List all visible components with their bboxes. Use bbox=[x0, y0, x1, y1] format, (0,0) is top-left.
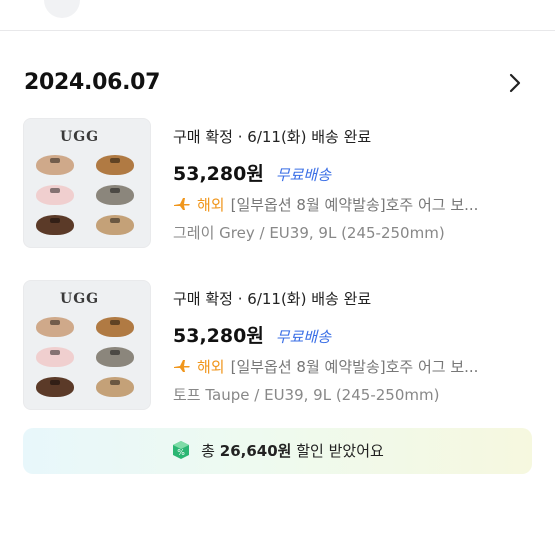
savings-prefix: 총 bbox=[201, 442, 215, 460]
price-row: 53,280원 무료배송 bbox=[173, 159, 331, 186]
price-row: 53,280원 무료배송 bbox=[173, 321, 331, 348]
product-name: [일부옵션 8월 예약발송]호주 어그 보... bbox=[230, 358, 479, 376]
shoe-image bbox=[96, 347, 134, 367]
airplane-icon bbox=[174, 198, 190, 210]
brand-logo: UGG bbox=[60, 129, 100, 145]
item-price: 53,280원 bbox=[173, 163, 264, 185]
order-status: 구매 확정 · 6/11(화) 배송 완료 bbox=[173, 290, 372, 308]
airplane-icon bbox=[174, 360, 190, 372]
shoe-image bbox=[36, 215, 74, 235]
product-thumbnail[interactable]: UGG bbox=[23, 280, 151, 410]
shoe-image bbox=[36, 185, 74, 205]
order-item[interactable]: UGG 구매 확정 · 6/11(화) 배송 완료 53,280원 무료배송 해외… bbox=[23, 118, 533, 250]
product-title[interactable]: 해외 [일부옵션 8월 예약발송]호주 어그 보... bbox=[173, 356, 533, 377]
shoe-image bbox=[36, 155, 74, 175]
discount-coin-icon: % bbox=[173, 441, 190, 459]
order-item[interactable]: UGG 구매 확정 · 6/11(화) 배송 완료 53,280원 무료배송 해외… bbox=[23, 280, 533, 412]
shoe-image bbox=[96, 185, 134, 205]
shoe-image bbox=[36, 317, 74, 337]
savings-text: % 총 26,640원 할인 받았어요 bbox=[23, 428, 532, 474]
product-option: 그레이 Grey / EU39, 9L (245-250mm) bbox=[173, 224, 445, 242]
free-shipping-label: 무료배송 bbox=[275, 328, 332, 346]
product-name: [일부옵션 8월 예약발송]호주 어그 보... bbox=[230, 196, 479, 214]
order-status: 구매 확정 · 6/11(화) 배송 완료 bbox=[173, 128, 372, 146]
shoe-image bbox=[36, 347, 74, 367]
top-banner bbox=[0, 0, 555, 22]
free-shipping-label: 무료배송 bbox=[275, 166, 332, 184]
item-price: 53,280원 bbox=[173, 325, 264, 347]
shoe-image bbox=[96, 317, 134, 337]
brand-logo: UGG bbox=[60, 291, 100, 307]
order-date: 2024.06.07 bbox=[24, 70, 161, 95]
chevron-right-icon[interactable] bbox=[503, 70, 527, 96]
product-thumbnail[interactable]: UGG bbox=[23, 118, 151, 248]
section-divider bbox=[0, 30, 555, 31]
savings-banner: % 총 26,640원 할인 받았어요 bbox=[23, 428, 532, 474]
savings-amount: 26,640원 bbox=[219, 442, 292, 460]
shoe-image bbox=[36, 377, 74, 397]
savings-suffix: 할인 받았어요 bbox=[296, 442, 384, 460]
shoe-image bbox=[96, 377, 134, 397]
product-title[interactable]: 해외 [일부옵션 8월 예약발송]호주 어그 보... bbox=[173, 194, 533, 215]
product-option: 토프 Taupe / EU39, 9L (245-250mm) bbox=[173, 386, 440, 404]
top-avatar bbox=[44, 0, 80, 18]
overseas-label: 해외 bbox=[197, 358, 225, 376]
overseas-label: 해외 bbox=[197, 196, 225, 214]
svg-text:%: % bbox=[177, 448, 185, 457]
shoe-image bbox=[96, 215, 134, 235]
shoe-image bbox=[96, 155, 134, 175]
